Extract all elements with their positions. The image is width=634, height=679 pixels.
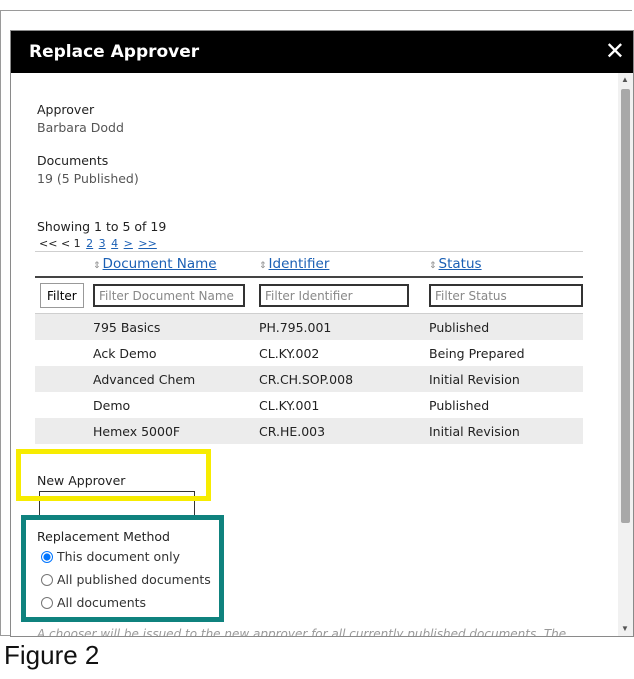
- documents-value: 19 (5 Published): [37, 171, 139, 186]
- cell-identifier: CL.KY.002: [259, 345, 320, 361]
- table-row[interactable]: Advanced Chem CR.CH.SOP.008 Initial Revi…: [35, 366, 583, 392]
- header-document-name[interactable]: ⇕ Document Name: [93, 251, 259, 278]
- dialog-content: Approver Barbara Dodd Documents 19 (5 Pu…: [11, 73, 617, 636]
- cell-status: Published: [429, 313, 583, 340]
- figure-caption: Figure 2: [4, 640, 100, 670]
- page-link[interactable]: 2: [86, 237, 93, 250]
- page-link[interactable]: 4: [111, 237, 118, 250]
- filter-button[interactable]: Filter: [40, 283, 84, 308]
- cell-status: Initial Revision: [429, 418, 583, 444]
- cell-status: Being Prepared: [429, 345, 525, 361]
- approver-value: Barbara Dodd: [37, 120, 124, 135]
- filter-document-name-input[interactable]: [93, 284, 245, 307]
- next-page-link[interactable]: >: [124, 237, 133, 250]
- documents-table: ⇕ Document Name ⇕ Identifier ⇕ Status Filte…: [35, 251, 583, 444]
- header-status[interactable]: ⇕ Status: [429, 251, 583, 278]
- replace-approver-dialog: Replace Approver ✕ Approver Barbara Dodd…: [10, 30, 634, 637]
- cutoff-help-text: A chooser will be issued to the new appr…: [37, 628, 567, 636]
- yellow-highlight-box: [16, 449, 211, 501]
- vertical-scrollbar[interactable]: ▲ ▼: [618, 73, 633, 636]
- cell-identifier: CR.HE.003: [259, 418, 429, 444]
- documents-label: Documents: [37, 153, 109, 168]
- header-filter-col: [35, 251, 93, 278]
- sort-icon: ⇕: [429, 261, 437, 271]
- header-identifier[interactable]: ⇕ Identifier: [259, 251, 429, 278]
- cell-document-name: Hemex 5000F: [93, 418, 259, 444]
- showing-text: Showing 1 to 5 of 19: [37, 219, 167, 234]
- filter-row: Filter: [35, 277, 583, 314]
- cell-identifier: CL.KY.001: [259, 397, 320, 413]
- cell-document-name: 795 Basics: [93, 313, 259, 340]
- cell-document-name: Ack Demo: [93, 345, 157, 361]
- cell-status: Published: [429, 397, 490, 413]
- cell-identifier: PH.795.001: [259, 313, 429, 340]
- sort-status-link[interactable]: Status: [439, 256, 482, 272]
- cell-status: Initial Revision: [429, 366, 583, 392]
- dialog-titlebar: Replace Approver ✕: [11, 31, 633, 73]
- scroll-down-icon[interactable]: ▼: [621, 624, 629, 634]
- table-row[interactable]: Hemex 5000F CR.HE.003 Initial Revision: [35, 418, 583, 444]
- page-link[interactable]: 3: [99, 237, 106, 250]
- table-header-row: ⇕ Document Name ⇕ Identifier ⇕ Status: [35, 251, 583, 278]
- scroll-up-icon[interactable]: ▲: [621, 75, 629, 85]
- approver-label: Approver: [37, 102, 95, 117]
- filter-identifier-input[interactable]: [259, 284, 409, 307]
- table-row[interactable]: Demo CL.KY.001 Published: [35, 392, 583, 418]
- cell-document-name: Advanced Chem: [93, 366, 259, 392]
- cell-identifier: CR.CH.SOP.008: [259, 366, 429, 392]
- sort-identifier-link[interactable]: Identifier: [269, 256, 330, 272]
- teal-highlight-box: [21, 515, 224, 622]
- close-icon[interactable]: ✕: [605, 37, 625, 65]
- prev-page-link[interactable]: <: [61, 237, 70, 250]
- sort-icon: ⇕: [93, 261, 101, 271]
- table-row[interactable]: 795 Basics PH.795.001 Published: [35, 313, 583, 340]
- current-page: 1: [73, 237, 81, 250]
- cell-document-name: Demo: [93, 397, 131, 413]
- sort-icon: ⇕: [259, 261, 267, 271]
- last-page-link[interactable]: >>: [138, 237, 156, 250]
- table-row[interactable]: Ack Demo CL.KY.002 Being Prepared: [35, 340, 583, 366]
- first-page-link[interactable]: <<: [39, 237, 57, 250]
- scrollbar-thumb[interactable]: [621, 89, 630, 523]
- filter-status-input[interactable]: [429, 284, 583, 307]
- dialog-title: Replace Approver: [29, 42, 200, 62]
- pagination: << < 1 2 3 4 > >>: [39, 237, 157, 250]
- sort-document-name-link[interactable]: Document Name: [103, 256, 217, 272]
